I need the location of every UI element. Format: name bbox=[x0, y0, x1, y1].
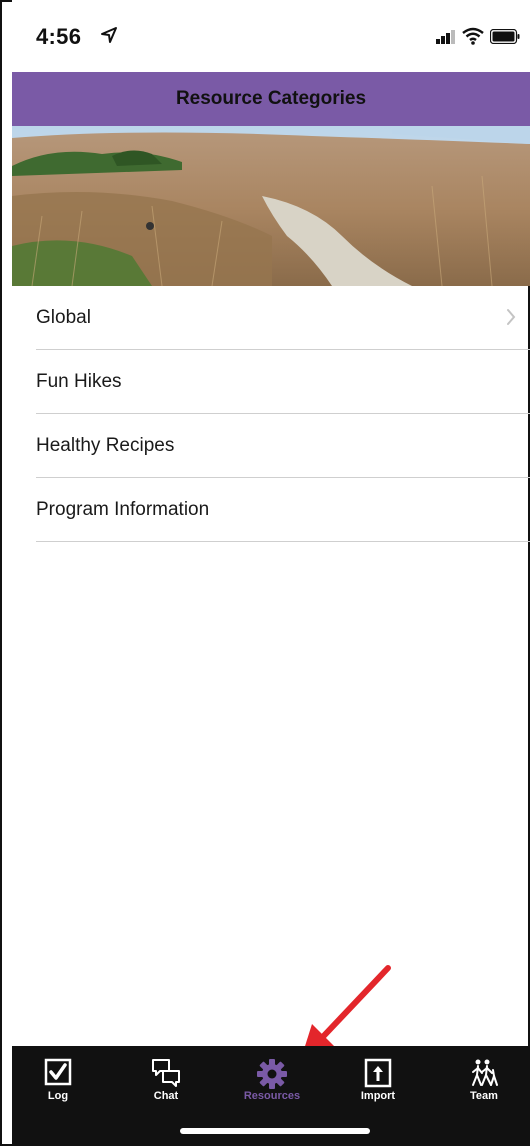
divider bbox=[36, 541, 530, 542]
tab-team[interactable]: Team bbox=[434, 1054, 530, 1114]
home-indicator[interactable] bbox=[180, 1128, 370, 1134]
tab-resources[interactable]: Resources bbox=[222, 1054, 322, 1114]
upload-icon bbox=[364, 1058, 392, 1088]
nav-header: Resource Categories bbox=[12, 72, 530, 126]
prairie-trail-photo bbox=[12, 126, 530, 286]
checkbox-icon bbox=[44, 1058, 72, 1086]
list-item-program-information[interactable]: Program Information bbox=[12, 478, 530, 542]
tab-bar: Log Chat Resources Import Team bbox=[12, 1046, 530, 1146]
status-time: 4:56 bbox=[36, 24, 82, 49]
tab-log[interactable]: Log bbox=[8, 1054, 108, 1114]
resource-category-list: Global Fun Hikes Healthy Recipes Program… bbox=[12, 286, 530, 542]
list-item-healthy-recipes[interactable]: Healthy Recipes bbox=[12, 414, 530, 478]
cellular-signal-icon bbox=[436, 30, 455, 44]
list-item-label: Program Information bbox=[36, 499, 210, 520]
list-item-label: Healthy Recipes bbox=[36, 435, 175, 456]
tab-label: Resources bbox=[243, 1090, 301, 1102]
tab-label: Chat bbox=[153, 1090, 179, 1102]
list-item-label: Fun Hikes bbox=[36, 371, 122, 392]
team-walkers-icon bbox=[472, 1059, 498, 1086]
chat-bubbles-icon bbox=[152, 1059, 180, 1087]
tab-chat[interactable]: Chat bbox=[116, 1054, 216, 1114]
location-arrow-icon bbox=[101, 27, 117, 43]
hero-image bbox=[12, 126, 530, 286]
tab-label: Team bbox=[470, 1090, 498, 1102]
wifi-icon bbox=[462, 27, 484, 45]
battery-icon bbox=[490, 29, 520, 44]
chevron-right-icon bbox=[507, 309, 516, 325]
list-item-label: Global bbox=[36, 307, 91, 328]
tab-label: Log bbox=[47, 1090, 69, 1102]
tab-import[interactable]: Import bbox=[328, 1054, 428, 1114]
status-bar: 4:56 bbox=[12, 0, 530, 72]
tab-label: Import bbox=[360, 1090, 396, 1102]
gear-icon bbox=[257, 1059, 287, 1089]
list-item-fun-hikes[interactable]: Fun Hikes bbox=[12, 350, 530, 414]
list-item-global[interactable]: Global bbox=[12, 286, 530, 350]
page-title: Resource Categories bbox=[175, 88, 367, 109]
